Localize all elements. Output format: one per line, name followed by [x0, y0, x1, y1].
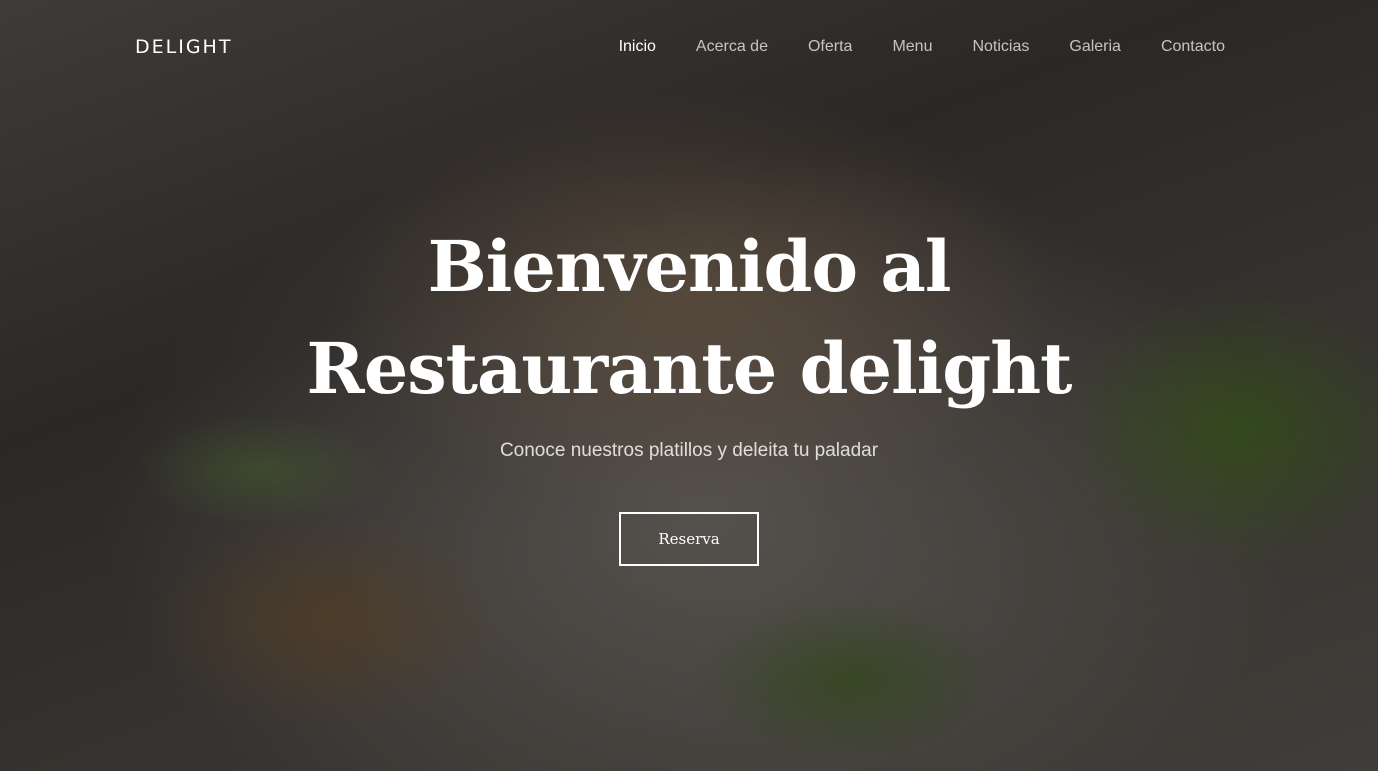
nav-link-inicio[interactable]: Inicio — [619, 38, 656, 55]
hero-content: Bienvenido al Restaurante delight Conoce… — [0, 216, 1378, 566]
reserve-button[interactable]: Reserva — [619, 512, 759, 566]
brand-logo[interactable]: DELIGHT — [135, 36, 232, 58]
nav-link-menu[interactable]: Menu — [892, 38, 932, 55]
top-navbar: DELIGHT Inicio Acerca de Oferta Menu Not… — [0, 0, 1378, 96]
nav-link-oferta[interactable]: Oferta — [808, 38, 852, 55]
nav-link-noticias[interactable]: Noticias — [972, 38, 1029, 55]
nav-link-galeria[interactable]: Galeria — [1069, 38, 1121, 55]
hero-subtitle: Conoce nuestros platillos y deleita tu p… — [499, 440, 879, 461]
hero-title: Bienvenido al Restaurante delight — [306, 225, 1073, 410]
nav-link-acerca-de[interactable]: Acerca de — [696, 38, 768, 55]
nav-menu: Inicio Acerca de Oferta Menu Noticias Ga… — [619, 38, 1225, 56]
hero-section: DELIGHT Inicio Acerca de Oferta Menu Not… — [0, 0, 1378, 771]
nav-link-contacto[interactable]: Contacto — [1161, 38, 1225, 55]
